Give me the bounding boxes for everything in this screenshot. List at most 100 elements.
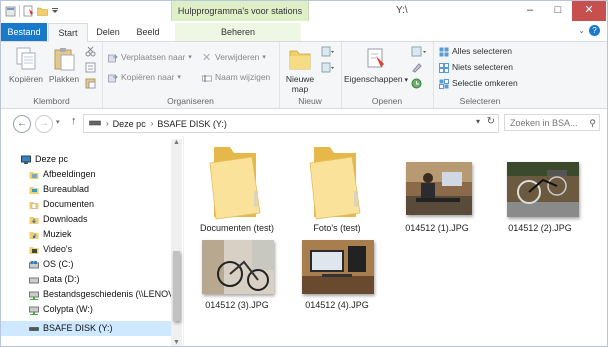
delete-label: Verwijderen (215, 52, 260, 62)
rename-icon (202, 74, 212, 82)
properties-label: Eigenschappen (343, 74, 403, 84)
image-item[interactable]: 014512 (2).JPG (497, 139, 583, 235)
copy-button[interactable]: Kopiëren (9, 46, 43, 84)
history-icon[interactable] (411, 78, 422, 91)
nav-item-label: Colypta (W:) (43, 304, 93, 314)
image-item[interactable]: 014512 (1).JPG (394, 139, 480, 235)
title-bar: Hulpprogramma's voor stations Y:\ – □ ✕ (1, 1, 607, 23)
pictures-folder-icon (29, 171, 39, 179)
file-name: 014512 (3).JPG (205, 300, 269, 310)
nav-item-label: Data (D:) (43, 274, 80, 284)
nav-item-file-history[interactable]: Bestandsgeschiedenis (\\LENOVO (29, 287, 171, 302)
cut-icon[interactable] (85, 46, 96, 59)
explorer-window: Hulpprogramma's voor stations Y:\ – □ ✕ … (0, 0, 608, 347)
maximize-button[interactable]: □ (544, 1, 572, 21)
recent-locations-icon[interactable]: ▾ (56, 118, 60, 126)
breadcrumb-chevron-icon[interactable]: › (106, 119, 109, 128)
nav-item-label: Documenten (43, 199, 95, 209)
computer-icon (21, 155, 31, 164)
image-thumbnail (202, 240, 274, 294)
nav-scrollbar[interactable]: ▲ ▼ (171, 139, 182, 346)
nav-item-label: Deze pc (35, 154, 69, 164)
network-drive-icon (29, 291, 39, 300)
scroll-thumb[interactable] (173, 251, 180, 321)
window-controls: – □ ✕ (516, 1, 606, 21)
address-dropdown-icon[interactable]: ▾ (476, 117, 480, 126)
tab-start[interactable]: Start (48, 23, 88, 42)
tab-file[interactable]: Bestand (1, 23, 47, 41)
up-button[interactable]: ↑ (71, 115, 77, 127)
nav-item-label: BSAFE DISK (Y:) (43, 323, 113, 333)
downloads-folder-icon (29, 216, 39, 224)
paste-icon (54, 48, 75, 71)
help-icon[interactable]: ? (589, 25, 600, 36)
move-to-label: Verplaatsen naar (121, 52, 186, 62)
open-group-label: Openen (371, 96, 403, 106)
folder-item[interactable]: Foto's (test) (294, 139, 380, 235)
back-arrow-icon: ← (17, 118, 27, 129)
drive-icon (29, 260, 39, 268)
customize-qat-icon[interactable] (51, 5, 59, 17)
documents-folder-icon (29, 201, 39, 209)
new-folder-icon[interactable] (37, 5, 48, 17)
forward-arrow-icon: → (39, 118, 49, 129)
up-arrow-icon: ↑ (71, 115, 77, 127)
delete-button[interactable]: ✕ Verwijderen ▾ (202, 51, 266, 64)
minimize-button[interactable]: – (516, 1, 544, 21)
forward-button[interactable]: → (35, 115, 53, 133)
image-item[interactable]: 014512 (3).JPG (194, 238, 280, 318)
breadcrumb-bsafe-disk[interactable]: BSAFE DISK (Y:) (157, 119, 227, 129)
new-item-icon[interactable] (321, 46, 335, 59)
drive-icon (29, 277, 39, 283)
address-bar[interactable]: › Deze pc › BSAFE DISK (Y:) ▾ ↻ (83, 114, 499, 133)
copy-to-button[interactable]: Kopiëren naar ▾ (108, 71, 181, 84)
scroll-down-icon[interactable]: ▼ (171, 339, 182, 346)
properties-button[interactable]: Eigenschappen ▾ (343, 46, 409, 86)
nav-item-label: OS (C:) (43, 259, 74, 269)
image-item[interactable]: 014512 (4).JPG (294, 238, 380, 318)
move-to-button[interactable]: Verplaatsen naar ▾ (108, 51, 192, 64)
select-none-label: Niets selecteren (452, 62, 513, 72)
refresh-icon[interactable]: ↻ (487, 116, 495, 127)
organize-group: Verplaatsen naar ▾ Kopiëren naar ▾ ✕ Verwi… (102, 42, 280, 108)
back-button[interactable]: ← (13, 115, 31, 133)
nav-item-this-pc[interactable]: Deze pc (21, 152, 191, 167)
new-folder-button[interactable]: Nieuwe map (282, 46, 318, 94)
ribbon-expand-icon[interactable]: ⌄ (578, 26, 585, 35)
image-thumbnail (302, 240, 374, 294)
delete-icon: ✕ (202, 51, 212, 64)
tab-share[interactable]: Delen (91, 23, 125, 41)
usb-drive-icon (29, 326, 39, 331)
scroll-up-icon[interactable]: ▲ (171, 139, 182, 146)
desktop-folder-icon (29, 186, 39, 194)
select-all-button[interactable]: Alles selecteren (439, 45, 512, 58)
search-input[interactable]: Zoeken in BSA... ⚲ (504, 114, 600, 131)
easy-access-icon[interactable] (321, 62, 335, 75)
rename-button[interactable]: Naam wijzigen (202, 71, 270, 84)
breadcrumb-this-pc[interactable]: Deze pc (113, 119, 146, 129)
paste-shortcut-icon[interactable] (85, 78, 96, 91)
breadcrumb-chevron-icon[interactable]: › (151, 119, 154, 128)
file-name: 014512 (2).JPG (508, 223, 572, 233)
new-folder-large-icon (289, 50, 311, 70)
tab-manage[interactable]: Beheren (175, 23, 301, 41)
file-name: 014512 (4).JPG (305, 300, 369, 310)
file-name: Documenten (test) (199, 223, 275, 233)
nav-item-label: Video's (43, 244, 73, 254)
properties-icon[interactable] (23, 5, 34, 17)
invert-selection-button[interactable]: Selectie omkeren (439, 77, 518, 90)
select-none-button[interactable]: Niets selecteren (439, 61, 513, 74)
edit-icon[interactable] (411, 62, 422, 75)
copy-path-icon[interactable] (85, 62, 96, 75)
folder-item[interactable]: Documenten (test) (194, 139, 280, 235)
nav-item-bsafe-disk[interactable]: BSAFE DISK (Y:) (1, 321, 171, 336)
search-icon: ⚲ (589, 118, 596, 128)
paste-button[interactable]: Plakken (47, 46, 81, 84)
close-button[interactable]: ✕ (572, 1, 606, 21)
image-thumbnail (406, 162, 472, 215)
music-folder-icon (29, 231, 39, 239)
organize-group-label: Organiseren (167, 96, 214, 106)
navigation-pane: Deze pc Afbeeldingen Bureaublad Document… (1, 139, 183, 346)
tab-view[interactable]: Beeld (131, 23, 165, 41)
open-icon[interactable] (411, 46, 427, 59)
